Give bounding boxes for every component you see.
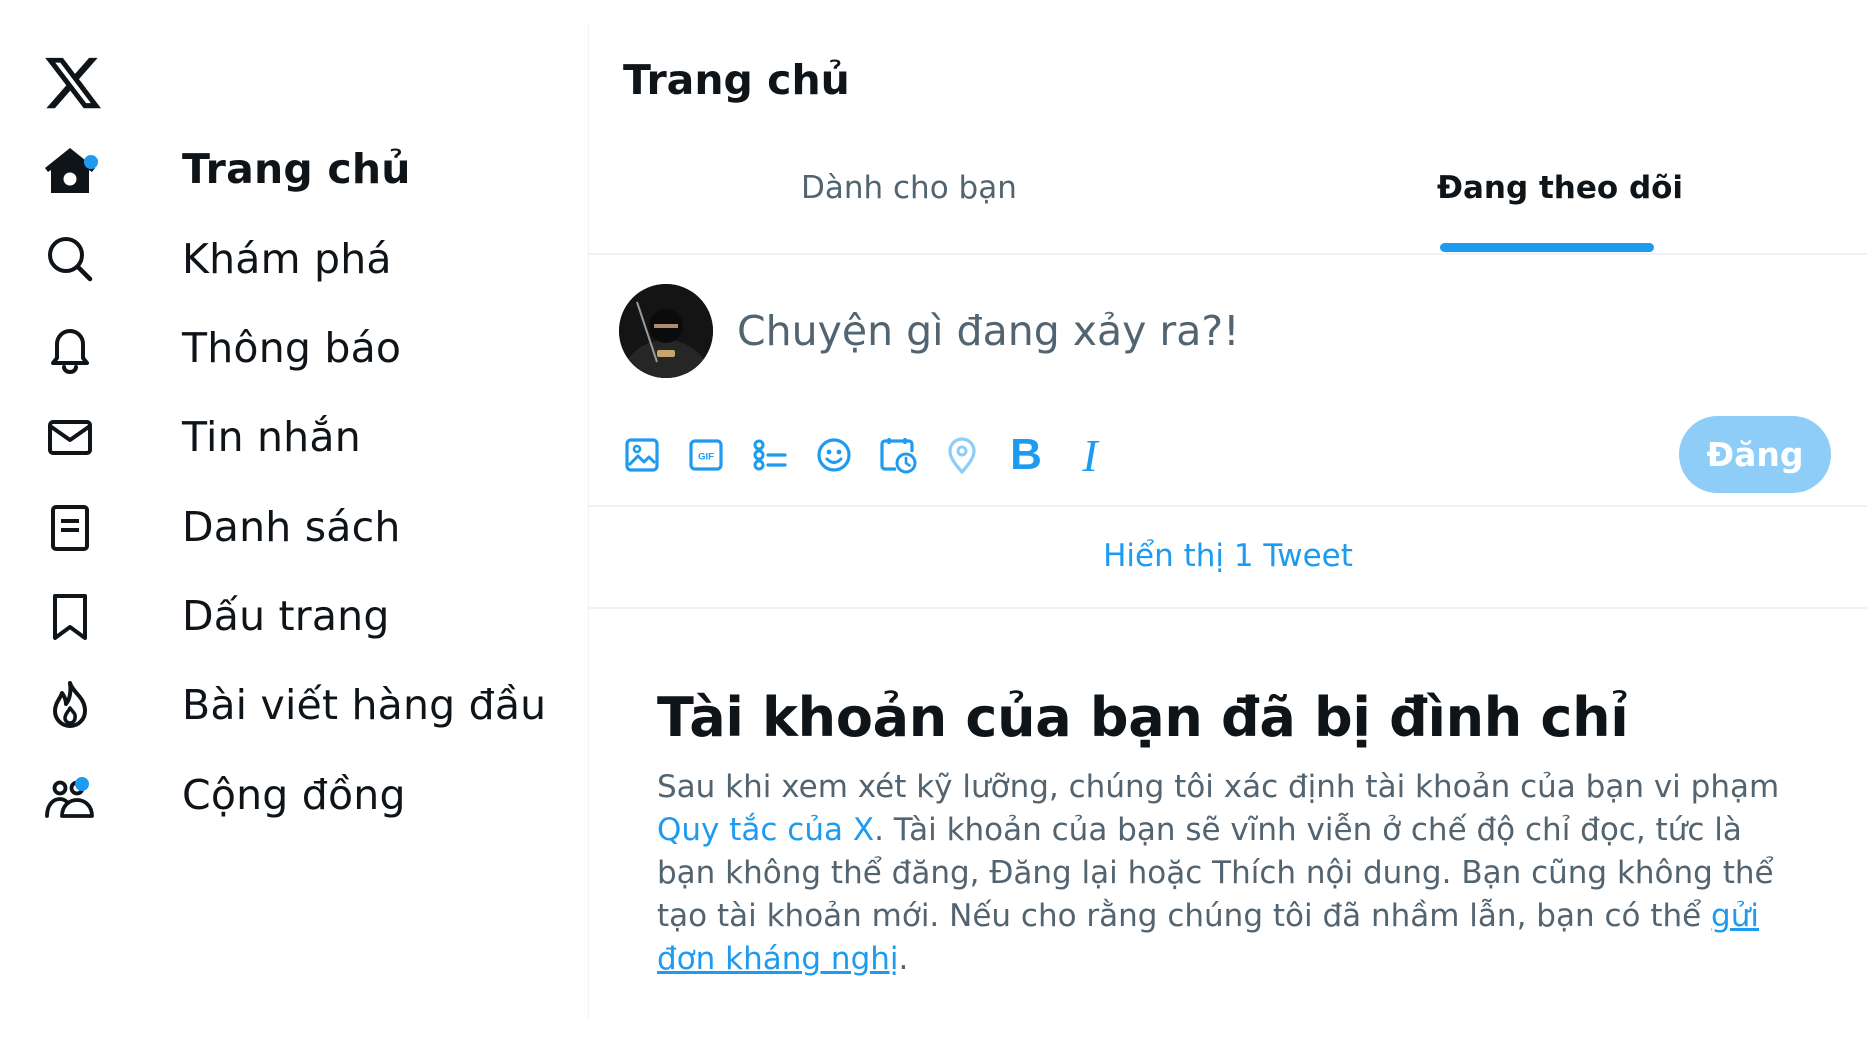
composer-divider <box>589 505 1867 507</box>
bold-icon[interactable]: B <box>1001 430 1051 480</box>
home-icon <box>40 139 100 199</box>
x-logo-icon[interactable] <box>40 52 106 114</box>
avatar[interactable] <box>619 284 713 378</box>
sidebar-item-notifications[interactable]: Thông báo <box>40 303 401 393</box>
sidebar-item-label: Trang chủ <box>182 145 411 193</box>
sidebar-item-label: Dấu trang <box>182 592 390 640</box>
show-new-tweets-link[interactable]: Hiển thị 1 Tweet <box>589 538 1867 574</box>
location-icon[interactable] <box>937 430 987 480</box>
rules-link[interactable]: Quy tắc của X <box>657 812 874 848</box>
sidebar-item-top-posts[interactable]: Bài viết hàng đầu <box>40 660 546 750</box>
italic-icon[interactable]: I <box>1065 430 1115 481</box>
communities-icon <box>40 765 100 825</box>
emoji-icon[interactable] <box>809 430 859 480</box>
bookmark-icon <box>40 586 100 646</box>
suspension-message: Sau khi xem xét kỹ lưỡng, chúng tôi xác … <box>657 766 1787 981</box>
image-icon[interactable] <box>617 430 667 480</box>
tab-for-you[interactable]: Dành cho bạn <box>801 170 1017 250</box>
sidebar-item-label: Danh sách <box>182 503 401 551</box>
sidebar-item-communities[interactable]: Cộng đồng <box>40 750 406 840</box>
tabs-divider <box>589 253 1867 255</box>
sidebar-item-label: Bài viết hàng đầu <box>182 681 547 729</box>
search-icon <box>40 229 100 289</box>
flame-icon <box>40 675 100 735</box>
sidebar-item-label: Khám phá <box>182 235 392 283</box>
sidebar: Trang chủ Khám phá Thông báo Tin nhắn Da… <box>0 0 588 1050</box>
notification-dot <box>75 777 89 791</box>
gif-icon[interactable]: GIF <box>681 430 731 480</box>
suspension-title: Tài khoản của bạn đã bị đình chỉ <box>657 686 1629 749</box>
active-tab-indicator <box>1440 243 1654 252</box>
sidebar-item-label: Tin nhắn <box>182 413 361 461</box>
sidebar-item-messages[interactable]: Tin nhắn <box>40 392 361 482</box>
page-title: Trang chủ <box>623 56 850 104</box>
poll-icon[interactable] <box>745 430 795 480</box>
suspension-text: Sau khi xem xét kỹ lưỡng, chúng tôi xác … <box>657 769 1780 805</box>
sidebar-item-lists[interactable]: Danh sách <box>40 482 401 572</box>
sidebar-item-explore[interactable]: Khám phá <box>40 214 392 304</box>
envelope-icon <box>40 407 100 467</box>
list-icon <box>40 497 100 557</box>
post-button[interactable]: Đăng <box>1679 416 1831 493</box>
notification-dot <box>84 155 98 169</box>
main-timeline: Trang chủ Dành cho bạn Đang theo dõi GIF… <box>589 0 1867 1050</box>
sidebar-item-label: Thông báo <box>182 324 402 372</box>
schedule-icon[interactable] <box>873 430 923 480</box>
tab-following[interactable]: Đang theo dõi <box>1437 170 1683 250</box>
suspension-text: . <box>898 941 909 977</box>
sidebar-item-label: Cộng đồng <box>182 771 406 819</box>
sidebar-item-bookmarks[interactable]: Dấu trang <box>40 571 390 661</box>
compose-input[interactable] <box>735 298 1639 364</box>
bell-icon <box>40 318 100 378</box>
svg-text:GIF: GIF <box>698 452 714 463</box>
timeline-divider <box>589 607 1867 609</box>
sidebar-item-home[interactable]: Trang chủ <box>40 124 411 214</box>
